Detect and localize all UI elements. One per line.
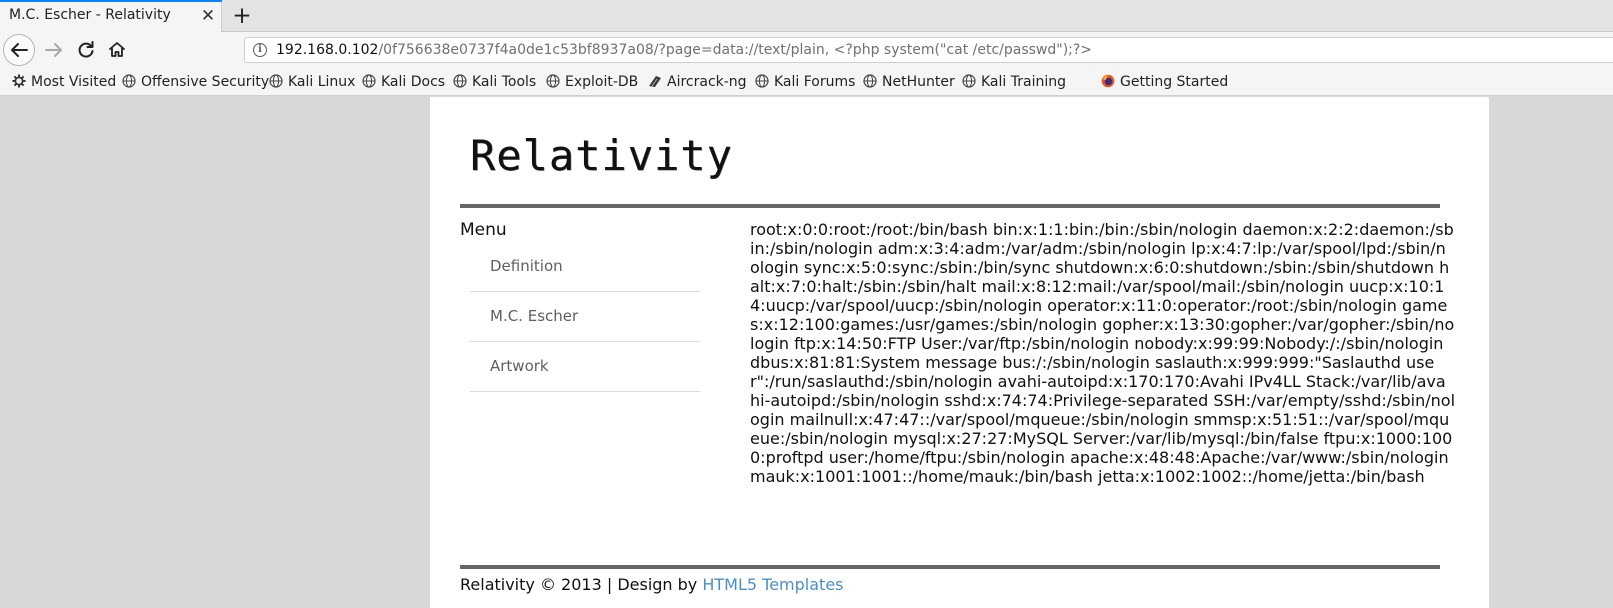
bookmark-kali-training[interactable]: Kali Training — [962, 72, 1066, 92]
back-button[interactable] — [3, 34, 35, 66]
reload-icon — [78, 41, 94, 58]
menu-item-label: Artwork — [490, 357, 549, 375]
globe-icon — [962, 74, 976, 88]
bookmark-label: Exploit-DB — [565, 74, 639, 90]
globe-icon — [122, 74, 136, 88]
navigation-toolbar: i 192.168.0.102/0f756638e0737f4a0de1c53b… — [0, 32, 1613, 68]
menu-item-label: M.C. Escher — [490, 307, 579, 325]
page-container: Relativity Menu Definition M.C. Escher A… — [430, 97, 1489, 608]
bookmark-label: Aircrack-ng — [667, 74, 747, 90]
close-tab-icon[interactable]: ✕ — [198, 6, 218, 26]
bookmark-label: Getting Started — [1120, 74, 1229, 90]
tab-strip: M.C. Escher - Relativity ✕ + — [0, 0, 1613, 32]
footer: Relativity © 2013 | Design by HTML5 Temp… — [460, 575, 844, 594]
forward-button[interactable] — [38, 34, 70, 66]
globe-icon — [546, 74, 560, 88]
info-icon[interactable]: i — [253, 43, 267, 57]
page-viewport: Relativity Menu Definition M.C. Escher A… — [0, 97, 1613, 608]
bookmark-getting-started[interactable]: Getting Started — [1101, 72, 1228, 92]
menu-item-definition[interactable]: Definition — [470, 242, 700, 292]
home-button[interactable] — [101, 34, 133, 66]
url-bar[interactable]: i 192.168.0.102/0f756638e0737f4a0de1c53b… — [244, 37, 1613, 63]
bookmark-aircrack-ng[interactable]: Aircrack-ng — [648, 72, 747, 92]
globe-icon — [453, 74, 467, 88]
url-text[interactable]: 192.168.0.102/0f756638e0737f4a0de1c53bf8… — [276, 42, 1092, 58]
bookmark-offensive-security[interactable]: Offensive Security — [122, 72, 269, 92]
aircrack-icon — [648, 74, 662, 88]
globe-icon — [269, 74, 283, 88]
tab-title: M.C. Escher - Relativity — [9, 7, 171, 23]
arrow-right-icon — [45, 43, 62, 57]
site-logo[interactable]: Relativity — [470, 135, 733, 177]
bookmark-label: Kali Docs — [381, 74, 446, 90]
bookmarks-toolbar: Most Visited Offensive Security Kali Lin… — [0, 68, 1613, 96]
arrow-left-icon — [11, 43, 28, 57]
bookmark-label: Kali Training — [981, 74, 1066, 90]
bookmark-label: Kali Tools — [472, 74, 537, 90]
header-divider — [460, 204, 1440, 208]
menu-item-label: Definition — [490, 257, 563, 275]
bookmark-kali-forums[interactable]: Kali Forums — [755, 72, 855, 92]
home-icon — [109, 42, 125, 57]
menu-item-artwork[interactable]: Artwork — [470, 342, 700, 392]
globe-icon — [755, 74, 769, 88]
bookmark-kali-tools[interactable]: Kali Tools — [453, 72, 536, 92]
bookmark-kali-docs[interactable]: Kali Docs — [362, 72, 445, 92]
footer-link-html5-templates[interactable]: HTML5 Templates — [702, 575, 843, 594]
bookmark-nethunter[interactable]: NetHunter — [863, 72, 955, 92]
bookmark-kali-linux[interactable]: Kali Linux — [269, 72, 355, 92]
menu-heading: Menu — [460, 220, 507, 240]
footer-divider — [460, 565, 1440, 569]
bookmark-label: Offensive Security — [141, 74, 270, 90]
bookmark-label: Most Visited — [31, 74, 117, 90]
bookmark-label: NetHunter — [882, 74, 955, 90]
bookmark-label: Kali Linux — [288, 74, 356, 90]
url-host: 192.168.0.102 — [276, 42, 379, 58]
new-tab-button[interactable]: + — [230, 2, 254, 30]
tab-active-indicator — [0, 0, 222, 2]
reload-button[interactable] — [70, 34, 102, 66]
globe-icon — [863, 74, 877, 88]
bookmark-exploit-db[interactable]: Exploit-DB — [546, 72, 638, 92]
main-content-text: root:x:0:0:root:/root:/bin/bash bin:x:1:… — [750, 220, 1456, 486]
firefox-icon — [1101, 74, 1115, 88]
bookmark-most-visited[interactable]: Most Visited — [12, 72, 116, 92]
tab-active[interactable]: M.C. Escher - Relativity ✕ — [0, 0, 222, 32]
menu-item-mc-escher[interactable]: M.C. Escher — [470, 292, 700, 342]
footer-text: Relativity © 2013 | Design by — [460, 575, 703, 594]
globe-icon — [362, 74, 376, 88]
url-path: /0f756638e0737f4a0de1c53bf8937a08/?page=… — [378, 42, 1093, 58]
gear-icon — [12, 74, 26, 88]
bookmark-label: Kali Forums — [774, 74, 856, 90]
